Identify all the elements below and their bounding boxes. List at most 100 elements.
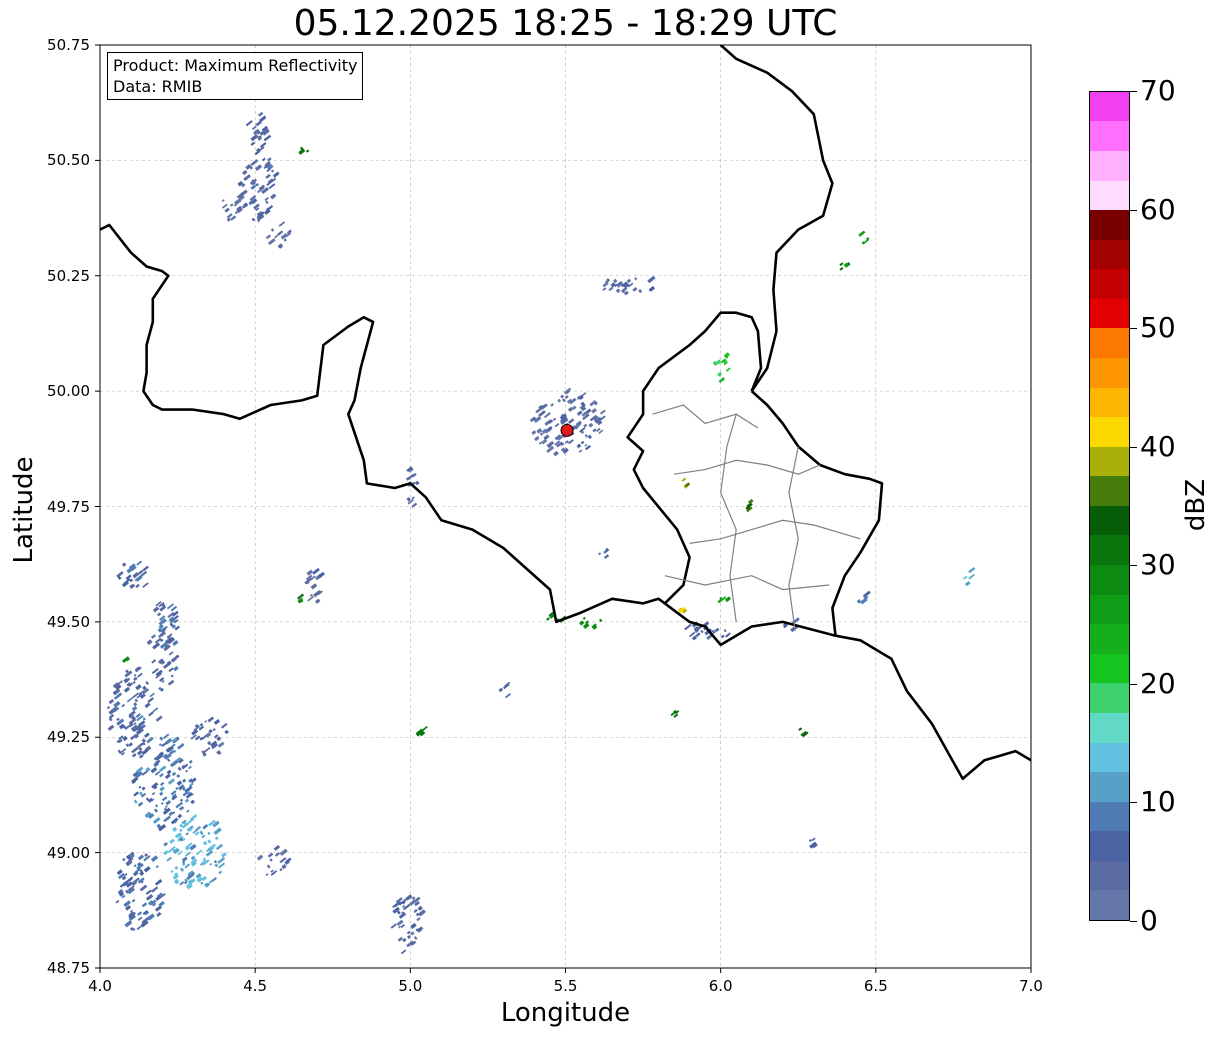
echo-cell xyxy=(962,567,976,587)
echo-pixel xyxy=(161,796,168,802)
echo-pixel xyxy=(207,716,215,723)
colorbar-segment xyxy=(1090,742,1129,773)
echo-pixel xyxy=(207,831,211,836)
echo-pixel xyxy=(615,288,621,294)
y-tick-label: 50.75 xyxy=(47,36,90,54)
echo-pixel xyxy=(182,778,187,783)
echo-cell xyxy=(529,387,606,457)
echo-pixel xyxy=(576,410,583,416)
x-axis-label: Longitude xyxy=(500,998,631,1028)
echo-pixel xyxy=(142,565,149,572)
echo-pixel xyxy=(634,277,638,281)
region-border xyxy=(652,404,759,429)
echo-cell xyxy=(415,725,428,737)
echo-pixel xyxy=(149,692,155,698)
colorbar-segment xyxy=(1090,210,1129,240)
echo-cell xyxy=(237,141,280,223)
echo-pixel xyxy=(167,778,176,785)
echo-pixel xyxy=(591,407,597,414)
echo-pixel xyxy=(582,616,586,620)
echo-pixel xyxy=(133,702,138,707)
echo-pixel xyxy=(584,443,588,447)
echo-pixel xyxy=(152,606,160,613)
echo-pixel xyxy=(150,634,157,639)
echo-pixel xyxy=(148,711,154,717)
echo-pixel xyxy=(968,573,975,580)
echo-pixel xyxy=(543,434,550,441)
echo-pixel xyxy=(137,911,143,916)
echo-pixel xyxy=(187,765,192,770)
echo-pixel xyxy=(155,865,159,869)
echo-pixel xyxy=(603,554,610,559)
echo-pixel xyxy=(267,852,274,858)
echo-pixel xyxy=(224,729,229,735)
echo-pixel xyxy=(131,898,136,903)
echo-pixel xyxy=(184,798,190,803)
x-tick-label: 5.5 xyxy=(553,977,578,995)
echo-pixel xyxy=(858,230,866,237)
axis-ticks xyxy=(95,44,1032,973)
echo-pixel xyxy=(137,672,143,678)
echo-pixel xyxy=(186,809,190,813)
echo-pixel xyxy=(203,746,211,754)
echo-pixel xyxy=(124,920,133,928)
echo-pixel xyxy=(121,703,126,708)
echo-pixel xyxy=(152,707,159,713)
echo-pixel xyxy=(195,825,202,832)
echo-pixel xyxy=(158,743,162,747)
echo-pixel xyxy=(638,288,643,294)
echo-pixel xyxy=(152,816,161,824)
echo-cell xyxy=(678,606,688,614)
y-axis-label: Latitude xyxy=(9,456,39,564)
echo-pixel xyxy=(397,936,403,942)
echo-pixel xyxy=(113,700,121,708)
colorbar-segment xyxy=(1090,535,1129,566)
echo-pixel xyxy=(179,881,185,886)
echo-pixel xyxy=(251,217,256,222)
colorbar-tick-label: 40 xyxy=(1140,429,1176,463)
colorbar-segment xyxy=(1090,150,1129,181)
echo-pixel xyxy=(166,856,172,862)
echo-pixel xyxy=(215,843,224,851)
echo-pixel xyxy=(179,828,183,833)
echo-pixel xyxy=(133,676,138,682)
echo-pixel xyxy=(145,680,150,686)
country-border-belgium-germany xyxy=(719,45,834,392)
echo-pixel xyxy=(552,417,557,421)
echo-pixel xyxy=(180,867,185,872)
echo-pixel xyxy=(863,238,870,245)
echo-pixel xyxy=(141,786,146,791)
colorbar-tick-label: 0 xyxy=(1140,904,1158,937)
echo-cell xyxy=(858,230,870,245)
echo-pixel xyxy=(400,949,407,955)
echo-pixel xyxy=(600,409,606,415)
colorbar-segment xyxy=(1090,505,1129,536)
echo-pixel xyxy=(145,889,152,895)
echo-pixel xyxy=(725,632,731,638)
echo-pixel xyxy=(155,715,163,722)
colorbar-tick-label: 20 xyxy=(1140,666,1176,700)
radar-site-marker xyxy=(560,423,574,437)
colorbar-segment xyxy=(1090,860,1129,891)
echo-pixel xyxy=(201,875,207,882)
echo-pixel xyxy=(125,743,130,748)
echo-pixel xyxy=(962,575,968,580)
echo-pixel xyxy=(278,221,286,227)
echo-pixel xyxy=(163,850,169,856)
colorbar-segment xyxy=(1090,446,1129,477)
echo-pixel xyxy=(108,698,115,705)
colorbar-segment xyxy=(1090,683,1129,713)
echo-pixel xyxy=(534,435,540,442)
echo-pixel xyxy=(270,169,275,173)
echo-pixel xyxy=(167,679,175,686)
echo-pixel xyxy=(588,422,594,428)
echo-pixel xyxy=(170,605,178,612)
echo-pixel xyxy=(170,674,174,678)
echo-pixel xyxy=(179,798,184,802)
echo-pixel xyxy=(250,141,256,146)
region-border xyxy=(720,414,737,622)
echo-pixel xyxy=(595,427,601,433)
echo-pixel xyxy=(218,870,223,875)
echo-pixel xyxy=(504,692,512,699)
echo-cell xyxy=(245,111,272,149)
